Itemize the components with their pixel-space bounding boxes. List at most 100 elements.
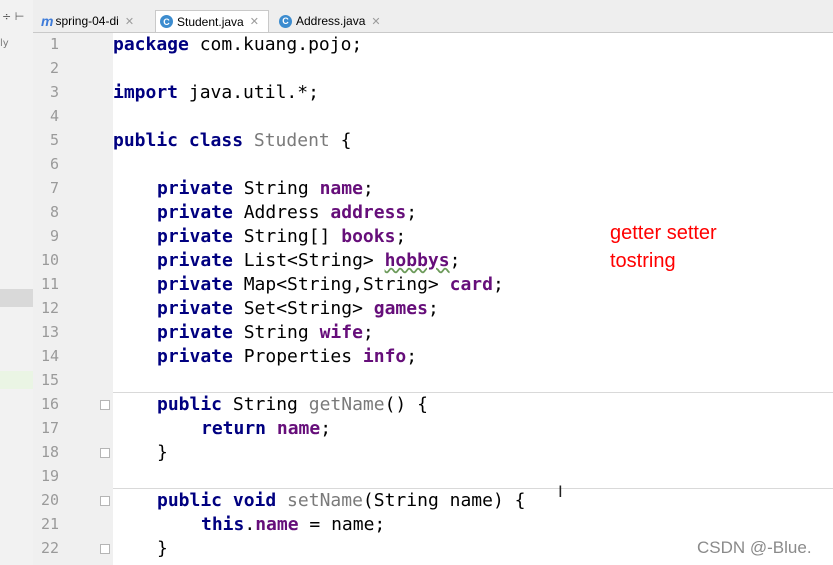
code-line[interactable]: private Properties info; xyxy=(157,345,417,369)
keyword: private xyxy=(157,346,233,367)
line-number: 10 xyxy=(40,251,59,269)
line-number: 12 xyxy=(40,299,59,317)
code-text: java.util.*; xyxy=(178,82,319,103)
field-name: books xyxy=(341,226,396,247)
code-line[interactable]: private String[] books; xyxy=(157,225,406,249)
tab-label: Address.java xyxy=(296,14,366,28)
navigation-bar-fragment xyxy=(33,0,833,7)
code-line[interactable]: private Set<String> games; xyxy=(157,297,439,321)
keyword: private xyxy=(157,250,233,271)
highlighted-tree-row[interactable] xyxy=(0,371,33,389)
code-text: com.kuang.pojo; xyxy=(188,34,363,55)
method-name: getName xyxy=(308,394,385,415)
code-text: . xyxy=(244,514,256,535)
line-number: 2 xyxy=(49,59,59,77)
line-number: 15 xyxy=(40,371,59,389)
code-line[interactable]: public class Student { xyxy=(113,129,351,153)
code-line[interactable]: public void setName(String name) { xyxy=(157,489,525,513)
code-line[interactable]: this.name = name; xyxy=(201,513,385,537)
line-number: 20 xyxy=(40,491,59,509)
field-name: name xyxy=(255,514,299,535)
line-number: 3 xyxy=(49,83,59,101)
field-name: name xyxy=(319,178,363,199)
field-name: card xyxy=(449,274,493,295)
project-panel-fragment: ly xyxy=(0,38,9,49)
code-text: String xyxy=(222,394,309,415)
code-text: ; xyxy=(427,298,439,319)
keyword: private xyxy=(157,202,233,223)
keyword: private xyxy=(157,274,233,295)
code-line[interactable]: package com.kuang.pojo; xyxy=(113,33,362,57)
method-name: setName xyxy=(276,490,363,511)
keyword: private xyxy=(157,298,233,319)
tab-label: Student.java xyxy=(177,14,244,29)
line-number: 11 xyxy=(40,275,59,293)
code-text: ; xyxy=(320,418,332,439)
fold-marker-icon[interactable] xyxy=(100,400,110,410)
module-icon: m xyxy=(41,13,54,29)
close-icon[interactable]: ✕ xyxy=(250,15,259,28)
keyword: private xyxy=(157,322,233,343)
line-number: 18 xyxy=(40,443,59,461)
keyword: return xyxy=(201,418,267,439)
editor-tab-bar: m spring-04-di ✕ C Student.java ✕ C Addr… xyxy=(33,7,833,33)
panel-controls-icon[interactable]: ÷ ⊢ xyxy=(2,10,24,23)
line-number: 6 xyxy=(49,155,59,173)
field-name: info xyxy=(362,346,407,367)
code-text: () { xyxy=(384,394,428,415)
line-number: 1 xyxy=(49,35,59,53)
close-icon[interactable]: ✕ xyxy=(371,15,380,28)
text-cursor-icon: I xyxy=(558,482,563,501)
code-text: ; xyxy=(395,226,407,247)
class-icon: C xyxy=(160,15,173,28)
code-line[interactable]: private String wife; xyxy=(157,321,374,345)
line-number: 9 xyxy=(49,227,59,245)
fold-marker-icon[interactable] xyxy=(100,544,110,554)
code-line[interactable]: return name; xyxy=(201,417,331,441)
tab-label: spring-04-di xyxy=(55,14,119,28)
code-text: List<String> xyxy=(232,250,385,271)
code-line[interactable]: import java.util.*; xyxy=(113,81,319,105)
code-line[interactable]: public String getName() { xyxy=(157,393,428,417)
fold-marker-icon[interactable] xyxy=(100,496,110,506)
line-number: 17 xyxy=(40,419,59,437)
field-name: hobbys xyxy=(384,250,450,271)
code-line[interactable]: } xyxy=(157,537,168,561)
line-number: 22 xyxy=(40,539,59,557)
code-text: String xyxy=(232,322,320,343)
line-number: 16 xyxy=(40,395,59,413)
code-text: Map<String,String> xyxy=(232,274,450,295)
tab-address-java[interactable]: C Address.java ✕ xyxy=(275,10,391,32)
line-number: 4 xyxy=(49,107,59,125)
keyword: private xyxy=(157,226,233,247)
code-line[interactable]: private String name; xyxy=(157,177,374,201)
keyword: package xyxy=(113,34,189,55)
code-line[interactable]: private Address address; xyxy=(157,201,417,225)
code-text: ; xyxy=(406,346,418,367)
selected-tree-row[interactable] xyxy=(0,289,33,307)
line-number: 13 xyxy=(40,323,59,341)
code-line[interactable]: } xyxy=(157,441,168,465)
field-name: games xyxy=(373,298,428,319)
watermark: CSDN @-Blue. xyxy=(697,538,812,557)
tab-student-java[interactable]: C Student.java ✕ xyxy=(155,10,269,32)
fold-marker-icon[interactable] xyxy=(100,448,110,458)
line-number: 5 xyxy=(49,131,59,149)
keyword: public void xyxy=(157,490,277,511)
code-text: Properties xyxy=(232,346,363,367)
code-text: String xyxy=(232,178,320,199)
line-number: 19 xyxy=(40,467,59,485)
tab-spring-04-di[interactable]: m spring-04-di ✕ xyxy=(37,10,151,32)
annotation-getter-setter: getter setter xyxy=(610,222,717,244)
code-text: { xyxy=(329,130,352,151)
field-name: address xyxy=(330,202,407,223)
code-text: ; xyxy=(449,250,461,271)
code-text: ; xyxy=(492,274,504,295)
code-text: (String name) { xyxy=(362,490,526,511)
code-line[interactable]: private Map<String,String> card; xyxy=(157,273,504,297)
keyword: private xyxy=(157,178,233,199)
close-icon[interactable]: ✕ xyxy=(125,15,134,28)
keyword: public class xyxy=(113,130,244,151)
annotation-tostring: tostring xyxy=(610,250,676,272)
code-line[interactable]: private List<String> hobbys; xyxy=(157,249,460,273)
